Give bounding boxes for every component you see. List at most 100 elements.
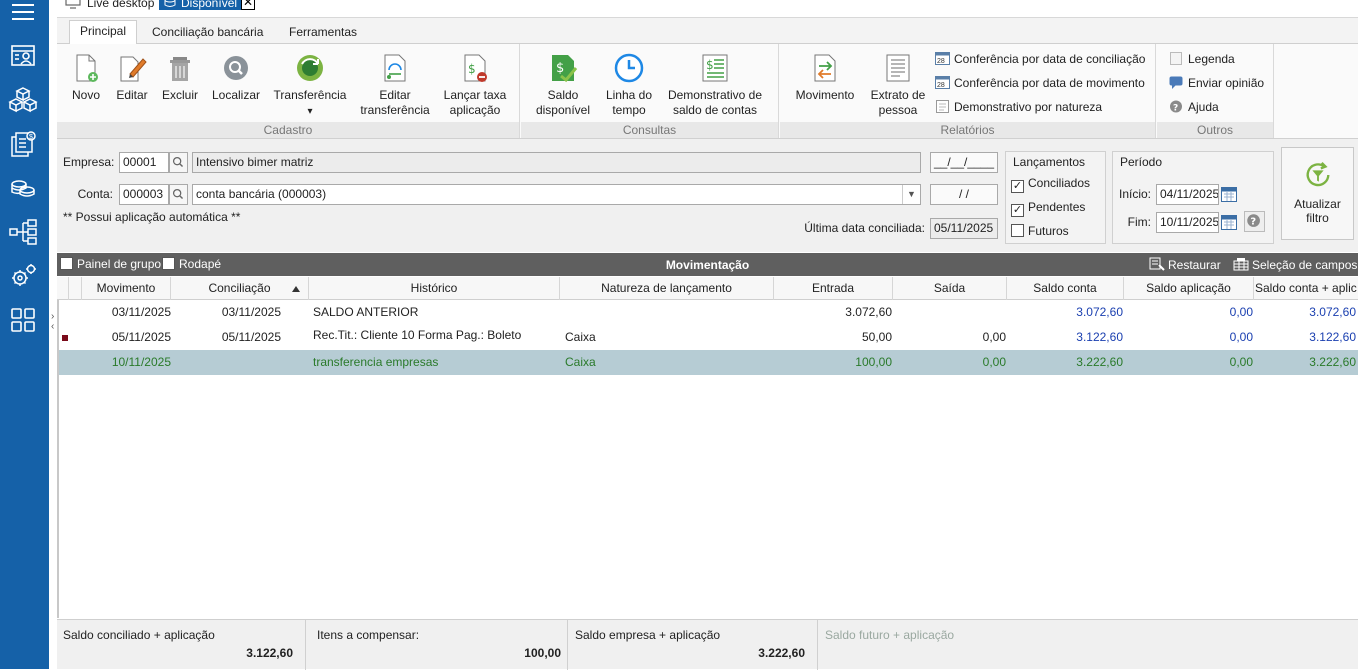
footer-label: Saldo empresa + aplicação: [575, 628, 721, 642]
calendar-icon[interactable]: [1220, 213, 1238, 231]
accounts-balance-report-label: Demonstrativo de saldo de contas: [667, 88, 763, 117]
date-mask-field-2[interactable]: / /: [930, 184, 998, 205]
checkbox-pendentes[interactable]: ✓ Pendentes: [1011, 200, 1085, 217]
ribbon-group-relatorios: Movimento Extrato de pessoa 28 Conferênci…: [780, 44, 1156, 138]
delete-button[interactable]: Excluir: [160, 52, 200, 103]
contacts-icon[interactable]: [7, 40, 39, 72]
table-row-selected[interactable]: 10/11/2025 transferencia empresas Caixa …: [59, 350, 1358, 375]
calendar-icon[interactable]: [1220, 185, 1238, 203]
edit-transfer-button[interactable]: Editar transferência: [357, 52, 433, 118]
cell-natureza: Caixa: [565, 330, 596, 344]
column-header-saldo-aplicacao[interactable]: Saldo aplicação: [1124, 277, 1254, 300]
checkbox-box[interactable]: ✓: [1011, 204, 1024, 217]
footer-value: 100,00: [524, 646, 561, 660]
fee-document-icon: $: [464, 54, 487, 82]
empresa-code-input[interactable]: 00001: [119, 152, 169, 173]
cell-conciliacao: 05/11/2025: [221, 330, 281, 344]
cubes-icon[interactable]: [7, 84, 39, 116]
inicio-date-input[interactable]: 04/11/2025: [1156, 184, 1219, 205]
date-mask-field[interactable]: __/__/____: [930, 152, 998, 173]
svg-text:$: $: [29, 134, 33, 141]
column-header-movimento[interactable]: Movimento: [82, 277, 171, 300]
dropdown-arrow-icon: ▾: [307, 106, 313, 117]
timeline-button[interactable]: Linha do tempo: [601, 52, 657, 118]
finance-document-icon[interactable]: $: [7, 128, 39, 160]
tab-label: Disponível: [181, 0, 238, 10]
empresa-lookup-button[interactable]: [169, 152, 188, 173]
conference-by-movement-date-button[interactable]: 28 Conferência por data de movimento: [935, 74, 1145, 92]
edit-button[interactable]: Editar: [113, 52, 151, 103]
chevron-down-icon[interactable]: ▼: [902, 185, 920, 204]
cell-movimento: 10/11/2025: [111, 355, 171, 369]
legend-button[interactable]: Legenda: [1169, 50, 1235, 68]
collapse-arrows-icon[interactable]: › ‹: [51, 312, 54, 332]
movement-report-button[interactable]: Movimento: [790, 52, 860, 103]
svg-text:?: ?: [1173, 104, 1178, 114]
tab-conciliacao-bancaria[interactable]: Conciliação bancária: [142, 22, 273, 42]
statement-by-nature-button[interactable]: Demonstrativo por natureza: [935, 98, 1102, 116]
conta-select[interactable]: conta bancária (000003) ▼: [192, 184, 921, 205]
timeline-label: Linha do tempo: [605, 88, 653, 117]
accounts-balance-report-button[interactable]: $ Demonstrativo de saldo de contas: [661, 52, 769, 118]
footer-value: 3.122,60: [246, 646, 293, 660]
refresh-filter-button[interactable]: Atualizar filtro: [1281, 147, 1354, 240]
transfer-button[interactable]: Transferência ▾: [273, 52, 347, 119]
delete-label: Excluir: [161, 88, 198, 102]
edit-transfer-icon: [384, 54, 406, 82]
help-button[interactable]: ? Ajuda: [1169, 98, 1219, 116]
conference-by-conciliation-date-button[interactable]: 28 Conferência por data de conciliação: [935, 50, 1145, 68]
group-title-cadastro: Cadastro: [57, 122, 519, 138]
cell-conciliacao: 03/11/2025: [221, 305, 281, 319]
send-feedback-button[interactable]: Enviar opinião: [1169, 74, 1264, 92]
edit-label: Editar: [116, 88, 148, 102]
transfer-label: Transferência: [273, 88, 347, 102]
footer-value: 3.222,60: [758, 646, 805, 660]
checkbox-conciliados[interactable]: ✓ Conciliados: [1011, 176, 1090, 193]
table-row[interactable]: 03/11/2025 03/11/2025 SALDO ANTERIOR 3.0…: [59, 300, 1358, 325]
restore-button[interactable]: Restaurar: [1149, 257, 1221, 272]
tab-ferramentas[interactable]: Ferramentas: [279, 22, 367, 42]
select-fields-button[interactable]: Seleção de campos: [1233, 257, 1357, 272]
svg-text:?: ?: [1250, 217, 1256, 228]
column-header-historico[interactable]: Histórico: [309, 277, 560, 300]
footer-conciliated-balance: Saldo conciliado + aplicação 3.122,60: [57, 620, 306, 670]
close-icon[interactable]: ✕: [241, 0, 256, 10]
available-balance-button[interactable]: $ Saldo disponível: [531, 52, 595, 118]
conta-lookup-button[interactable]: [169, 184, 188, 205]
help-icon[interactable]: ?: [1244, 211, 1265, 232]
filter-panel: Empresa: 00001 Intensivo bimer matriz __…: [57, 138, 1358, 252]
checkbox-box[interactable]: ✓: [1011, 180, 1024, 193]
clock-icon: [614, 53, 644, 83]
cell-saldo-total: 3.122,60: [1309, 330, 1356, 344]
tab-disponivel[interactable]: Disponível ✕: [159, 0, 256, 10]
conta-code-input[interactable]: 000003: [119, 184, 169, 205]
fim-date-input[interactable]: 10/11/2025: [1156, 212, 1219, 233]
svg-text:$: $: [706, 58, 714, 72]
person-statement-button[interactable]: Extrato de pessoa: [866, 52, 930, 118]
coins-icon[interactable]: [7, 172, 39, 204]
footer-items-to-clear: Itens a compensar: 100,00: [307, 620, 568, 670]
column-header-saldo-conta[interactable]: Saldo conta: [1007, 277, 1124, 300]
column-header-saida[interactable]: Saída: [893, 277, 1007, 300]
column-header-entrada[interactable]: Entrada: [774, 277, 893, 300]
settings-gears-icon[interactable]: [7, 260, 39, 292]
column-header-conciliacao[interactable]: Conciliação: [171, 277, 309, 300]
help-label: Ajuda: [1188, 100, 1219, 114]
find-button[interactable]: Localizar: [211, 52, 261, 103]
checkbox-futuros[interactable]: Futuros: [1011, 224, 1069, 238]
auto-application-note: ** Possui aplicação automática **: [63, 210, 241, 224]
column-header-saldo-total[interactable]: Saldo conta + aplic: [1254, 277, 1358, 300]
checkbox-box[interactable]: [1011, 224, 1024, 237]
column-header-natureza[interactable]: Natureza de lançamento: [560, 277, 774, 300]
new-button[interactable]: Novo: [69, 52, 103, 103]
table-row[interactable]: 05/11/2025 05/11/2025 Rec.Tit.: Cliente …: [59, 325, 1358, 350]
hierarchy-icon[interactable]: [7, 216, 39, 248]
desktop-icon: [65, 0, 81, 9]
post-fee-button[interactable]: $ Lançar taxa aplicação: [439, 52, 511, 118]
tab-principal[interactable]: Principal: [69, 20, 138, 45]
conta-select-value: conta bancária (000003): [196, 187, 327, 201]
new-label: Novo: [71, 88, 100, 102]
apps-grid-icon[interactable]: [7, 304, 39, 336]
hamburger-menu-icon[interactable]: [7, 0, 39, 28]
lancamentos-group: Lançamentos ✓ Conciliados ✓ Pendentes Futu…: [1005, 151, 1106, 244]
